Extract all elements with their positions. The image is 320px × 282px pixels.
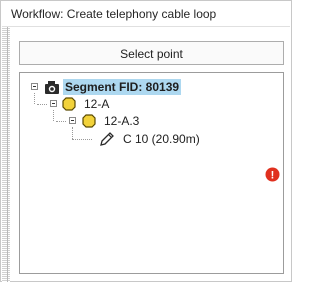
side-divider	[7, 27, 8, 282]
tree-node-12a[interactable]: 12-A	[20, 96, 220, 112]
pencil-icon	[99, 131, 115, 150]
error-icon[interactable]: !	[265, 167, 280, 185]
collapse-toggle[interactable]	[31, 83, 38, 90]
error-glyph: !	[271, 170, 275, 182]
feature-tree[interactable]: Segment FID: 80139 12-A 12-A.3 C 10 (20.…	[19, 72, 284, 274]
yellow-node-icon	[62, 97, 76, 114]
tree-node-segment[interactable]: Segment FID: 80139	[20, 79, 220, 95]
tree-node-c10[interactable]: C 10 (20.90m)	[20, 131, 240, 147]
panel-title: Workflow: Create telephony cable loop	[11, 7, 217, 21]
tree-node-label: C 10 (20.90m)	[123, 132, 200, 146]
collapse-toggle[interactable]	[50, 100, 57, 107]
workflow-panel: Workflow: Create telephony cable loop Se…	[0, 0, 292, 282]
tree-node-label: Segment FID: 80139	[63, 79, 182, 95]
select-point-button[interactable]: Select point	[19, 41, 284, 65]
yellow-node-icon	[82, 114, 96, 131]
side-resize-grip[interactable]	[2, 27, 10, 282]
panel-title-bar: Workflow: Create telephony cable loop	[2, 2, 290, 27]
tree-node-label: 12-A	[84, 97, 110, 111]
tree-node-label: 12-A.3	[104, 114, 140, 128]
collapse-toggle[interactable]	[69, 117, 76, 124]
tree-node-12a3[interactable]: 12-A.3	[20, 113, 220, 129]
